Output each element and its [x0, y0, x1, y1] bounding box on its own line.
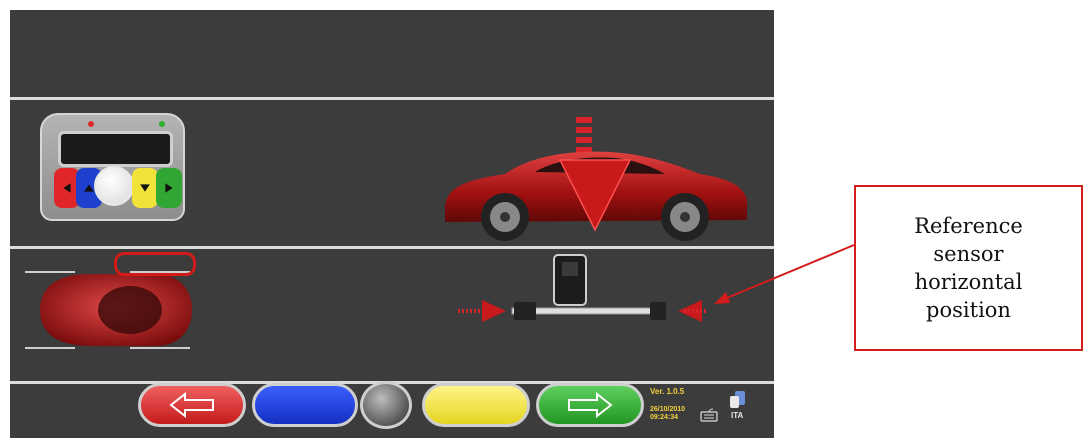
- right-arrow-icon: [568, 392, 613, 418]
- callout-text: Reference sensor horizontal position: [914, 214, 1023, 322]
- remote-right-button: [156, 168, 182, 208]
- language-icon[interactable]: [729, 389, 747, 409]
- right-triangle-icon: [165, 183, 173, 193]
- left-arrow-icon: [169, 392, 214, 418]
- back-button[interactable]: [138, 383, 246, 427]
- keyboard-icon[interactable]: [700, 408, 718, 422]
- middle-divider: [10, 246, 774, 249]
- yellow-function-button[interactable]: [422, 383, 530, 427]
- remote-down-button: [132, 168, 158, 208]
- center-function-button[interactable]: [360, 381, 412, 429]
- version-label: Ver. 1.0.5: [650, 387, 685, 396]
- remote-display: [58, 131, 173, 167]
- date-time-label: 26/10/2010 09:24:34: [650, 406, 685, 422]
- date-text: 26/10/2010: [650, 406, 686, 413]
- red-led-icon: [88, 121, 94, 127]
- blue-function-button[interactable]: [252, 383, 358, 427]
- top-divider: [10, 97, 774, 100]
- left-triangle-icon: [63, 183, 71, 193]
- forward-button[interactable]: [536, 383, 644, 427]
- car-side-view-illustration: [445, 151, 747, 241]
- left-cone-icon: [482, 300, 506, 322]
- remote-control-illustration: [40, 113, 185, 221]
- language-label[interactable]: ITA: [731, 411, 743, 420]
- remote-ok-button: [94, 166, 134, 206]
- down-triangle-icon: [140, 184, 150, 192]
- reference-sensor-highlight: [114, 252, 196, 276]
- green-led-icon: [159, 121, 165, 127]
- sensor-bar-illustration: [458, 254, 708, 322]
- annotation-callout: Reference sensor horizontal position: [854, 185, 1083, 351]
- time-text: 09:24:34: [650, 414, 679, 421]
